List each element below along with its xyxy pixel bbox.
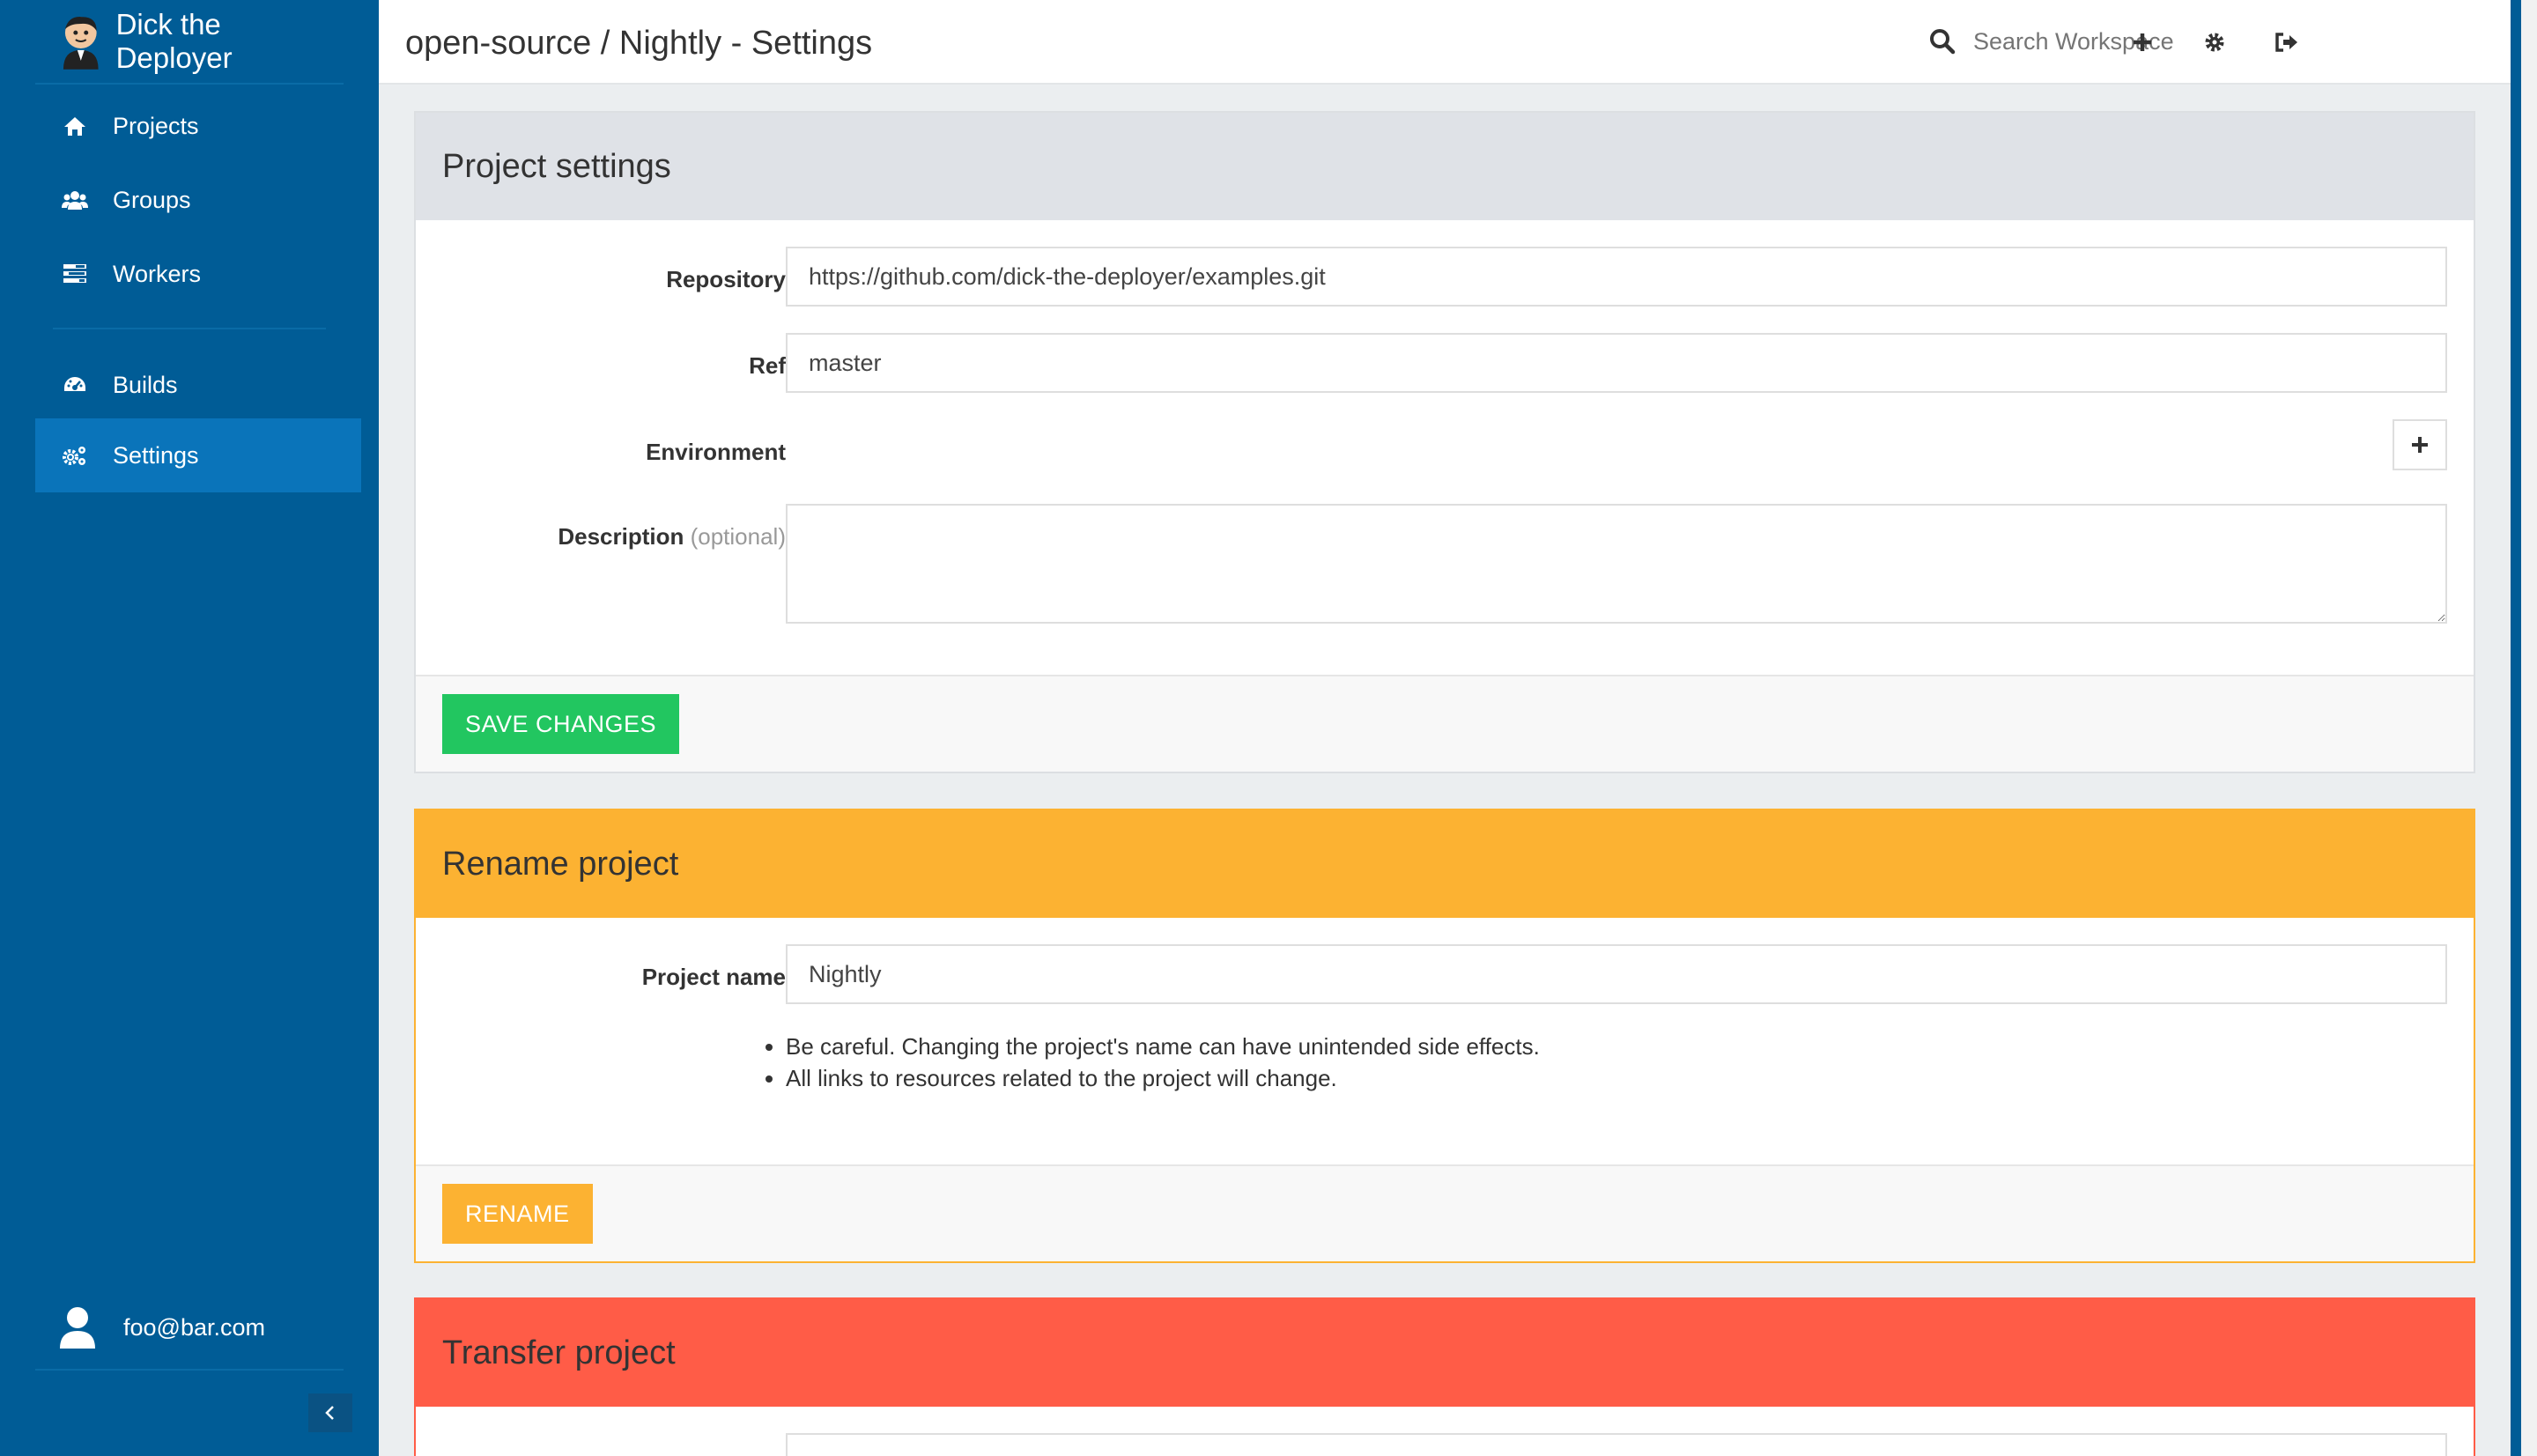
user-menu[interactable]: foo@bar.com [35,1286,344,1371]
panel-heading: Project settings [416,113,2474,220]
save-changes-button[interactable]: SAVE CHANGES [442,694,680,754]
optional-hint: (optional) [690,523,786,550]
chevron-left-icon [325,1406,334,1420]
panel-footer: SAVE CHANGES [416,675,2474,772]
settings-button[interactable] [2197,25,2232,60]
ref-label: Ref [749,352,786,379]
sidebar-item-label: Projects [113,112,199,139]
cogs-icon [62,442,88,469]
panel-heading: Transfer project [416,1299,2474,1407]
transfer-field[interactable] [786,1433,2447,1456]
add-environment-button[interactable] [2393,419,2447,470]
app-title: Dick the Deployer [115,8,233,74]
sidebar-item-projects[interactable]: Projects [35,89,361,163]
project-settings-panel: Project settings Repository Ref Environm… [414,111,2475,773]
user-email: foo@bar.com [123,1313,265,1341]
panel-heading: Rename project [416,810,2474,918]
home-icon [62,113,88,139]
sidebar-item-builds[interactable]: Builds [35,348,361,422]
tasks-icon [62,261,88,287]
repository-label: Repository [666,266,786,292]
sidebar-item-label: Groups [113,186,191,213]
project-name-field[interactable] [786,944,2447,1004]
top-bar: open-source / Nightly - Settings [379,0,2511,85]
sidebar-item-groups[interactable]: Groups [35,163,361,237]
sidebar-item-label: Settings [113,441,199,469]
sidebar-item-settings[interactable]: Settings [35,418,361,492]
list-item: Be careful. Changing the project's name … [786,1031,1540,1062]
page-title: open-source / Nightly - Settings [405,25,873,62]
nav-divider [53,328,326,329]
project-name-label: Project name [641,964,786,990]
ref-field[interactable] [786,333,2447,393]
sidebar-item-workers[interactable]: Workers [35,237,361,311]
collapse-sidebar-button[interactable] [308,1393,352,1432]
brand[interactable]: Dick the Deployer [35,0,344,85]
logout-button[interactable] [2269,25,2304,60]
sidebar-edge [2511,0,2521,1456]
transfer-project-panel: Transfer project [414,1297,2475,1456]
dashboard-icon [62,372,88,398]
plus-icon [2412,437,2428,453]
gear-icon [2205,33,2224,52]
repository-field[interactable] [786,247,2447,307]
rename-project-panel: Rename project Project name Be careful. … [414,809,2475,1263]
sidebar-item-label: Builds [113,371,178,398]
users-icon [62,187,88,213]
deployer-logo [63,16,99,70]
user-icon [60,1307,95,1349]
environment-label: Environment [646,439,786,465]
plus-icon [2134,33,2151,51]
panel-footer: RENAME [416,1164,2474,1261]
description-field[interactable] [786,504,2447,624]
sign-out-icon [2275,33,2297,52]
sidebar: Dick the Deployer Projects Groups Worker… [0,0,379,1456]
search-icon[interactable] [1929,28,1956,55]
description-label-text: Description [558,523,684,550]
list-item: All links to resources related to the pr… [786,1062,1540,1094]
description-label: Description (optional) [469,523,786,551]
add-button[interactable] [2125,25,2160,60]
rename-warnings: Be careful. Changing the project's name … [759,1031,1540,1094]
sidebar-item-label: Workers [113,260,202,287]
rename-button[interactable]: RENAME [442,1184,593,1244]
